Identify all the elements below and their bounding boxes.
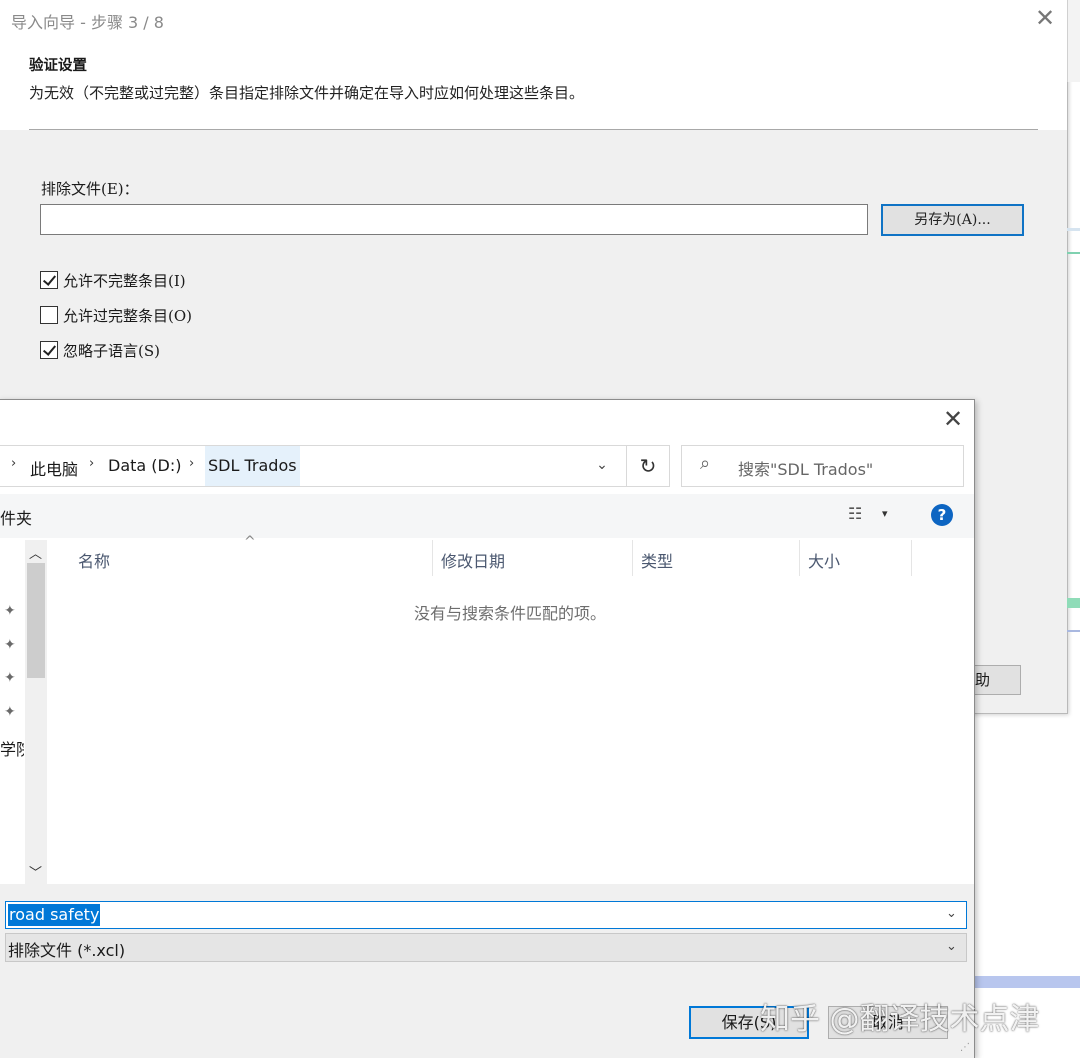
column-header-size[interactable]: 大小 (808, 548, 840, 572)
address-bar[interactable] (0, 445, 670, 487)
checkbox-checked-icon[interactable] (40, 341, 58, 359)
background-line (1067, 630, 1080, 632)
column-header-date-modified[interactable]: 修改日期 (441, 548, 505, 572)
dialog-close-icon[interactable]: ✕ (938, 404, 968, 434)
allow-overcomplete-entries-checkbox[interactable]: 允许过完整条目(O) (40, 304, 192, 326)
wizard-step-description: 为无效（不完整或过完整）条目指定排除文件并确定在导入时应如何处理这些条目。 (29, 84, 585, 102)
checkbox-unchecked-icon[interactable] (40, 306, 58, 324)
breadcrumb-this-pc[interactable]: 此电脑 (30, 456, 78, 480)
help-icon[interactable]: ? (931, 504, 953, 526)
empty-results-message: 没有与搜索条件匹配的项。 (414, 604, 607, 623)
checkbox-label: 允许不完整条目(I) (63, 271, 186, 290)
column-header-type[interactable]: 类型 (641, 548, 673, 572)
exclusion-file-label: 排除文件(E)： (41, 180, 139, 198)
watermark: 知乎 @翻译技术点津 (760, 1002, 1040, 1037)
view-dropdown-icon[interactable]: ▾ (882, 507, 888, 520)
breadcrumb-separator-icon[interactable]: › (89, 456, 94, 471)
checkbox-label: 忽略子语言(S) (63, 341, 160, 360)
column-divider[interactable] (432, 540, 433, 576)
pin-icon[interactable]: ✦ (4, 670, 16, 686)
new-folder-button[interactable]: 件夹 (0, 505, 32, 529)
pin-icon[interactable]: ✦ (4, 603, 16, 619)
refresh-icon: ↻ (639, 454, 657, 478)
nav-item-academy[interactable]: 学院 (0, 736, 24, 760)
nav-scrollbar-thumb[interactable] (27, 563, 45, 678)
search-icon: ⌕ (700, 453, 711, 474)
breadcrumb-data-drive[interactable]: Data (D:) (108, 456, 181, 475)
chevron-down-icon[interactable]: ⌄ (946, 906, 957, 921)
breadcrumb-separator-icon[interactable]: › (11, 456, 16, 471)
column-divider[interactable] (799, 540, 800, 576)
checkbox-checked-icon[interactable] (40, 271, 58, 289)
checkbox-label: 允许过完整条目(O) (63, 306, 193, 325)
scroll-down-icon[interactable]: ﹀ (29, 862, 42, 881)
breadcrumb-separator-icon[interactable]: › (189, 456, 194, 471)
ignore-sublanguages-checkbox[interactable]: 忽略子语言(S) (40, 339, 160, 361)
column-divider[interactable] (911, 540, 912, 576)
background-line (975, 976, 1080, 988)
background-line (1067, 252, 1080, 254)
pin-icon[interactable]: ✦ (4, 704, 16, 720)
background-line (1067, 598, 1080, 608)
dialog-toolbar (0, 494, 974, 538)
resize-grip-icon[interactable]: ⋰ (960, 1042, 970, 1053)
chevron-down-icon[interactable]: ⌄ (946, 939, 957, 954)
view-options-icon[interactable]: ☷ (848, 504, 862, 523)
scroll-up-icon[interactable]: ︿ (29, 543, 42, 562)
save-as-button[interactable]: 另存为(A)... (881, 204, 1024, 236)
file-name-selected-text[interactable]: road safety (8, 904, 101, 926)
allow-incomplete-entries-checkbox[interactable]: 允许不完整条目(I) (40, 269, 186, 291)
exclusion-file-input[interactable] (40, 204, 868, 235)
search-placeholder: 搜索"SDL Trados" (738, 460, 874, 479)
background-line (1067, 228, 1080, 231)
column-divider[interactable] (632, 540, 633, 576)
column-header-name[interactable]: 名称 (78, 548, 110, 572)
file-type-select[interactable] (5, 933, 967, 962)
background-window-edge (1067, 0, 1080, 82)
pin-icon[interactable]: ✦ (4, 637, 16, 653)
file-type-value: 排除文件 (*.xcl) (8, 941, 126, 960)
sort-ascending-icon: ^ (244, 534, 256, 550)
wizard-close-icon[interactable]: ✕ (1030, 2, 1060, 34)
refresh-button[interactable]: ↻ (626, 445, 670, 487)
breadcrumb-sdl-trados[interactable]: SDL Trados (208, 456, 297, 475)
wizard-step-heading: 验证设置 (29, 57, 87, 74)
wizard-title: 导入向导 - 步骤 3 / 8 (11, 13, 164, 32)
file-name-input[interactable] (5, 901, 967, 929)
chevron-down-icon[interactable]: ⌄ (592, 457, 612, 477)
